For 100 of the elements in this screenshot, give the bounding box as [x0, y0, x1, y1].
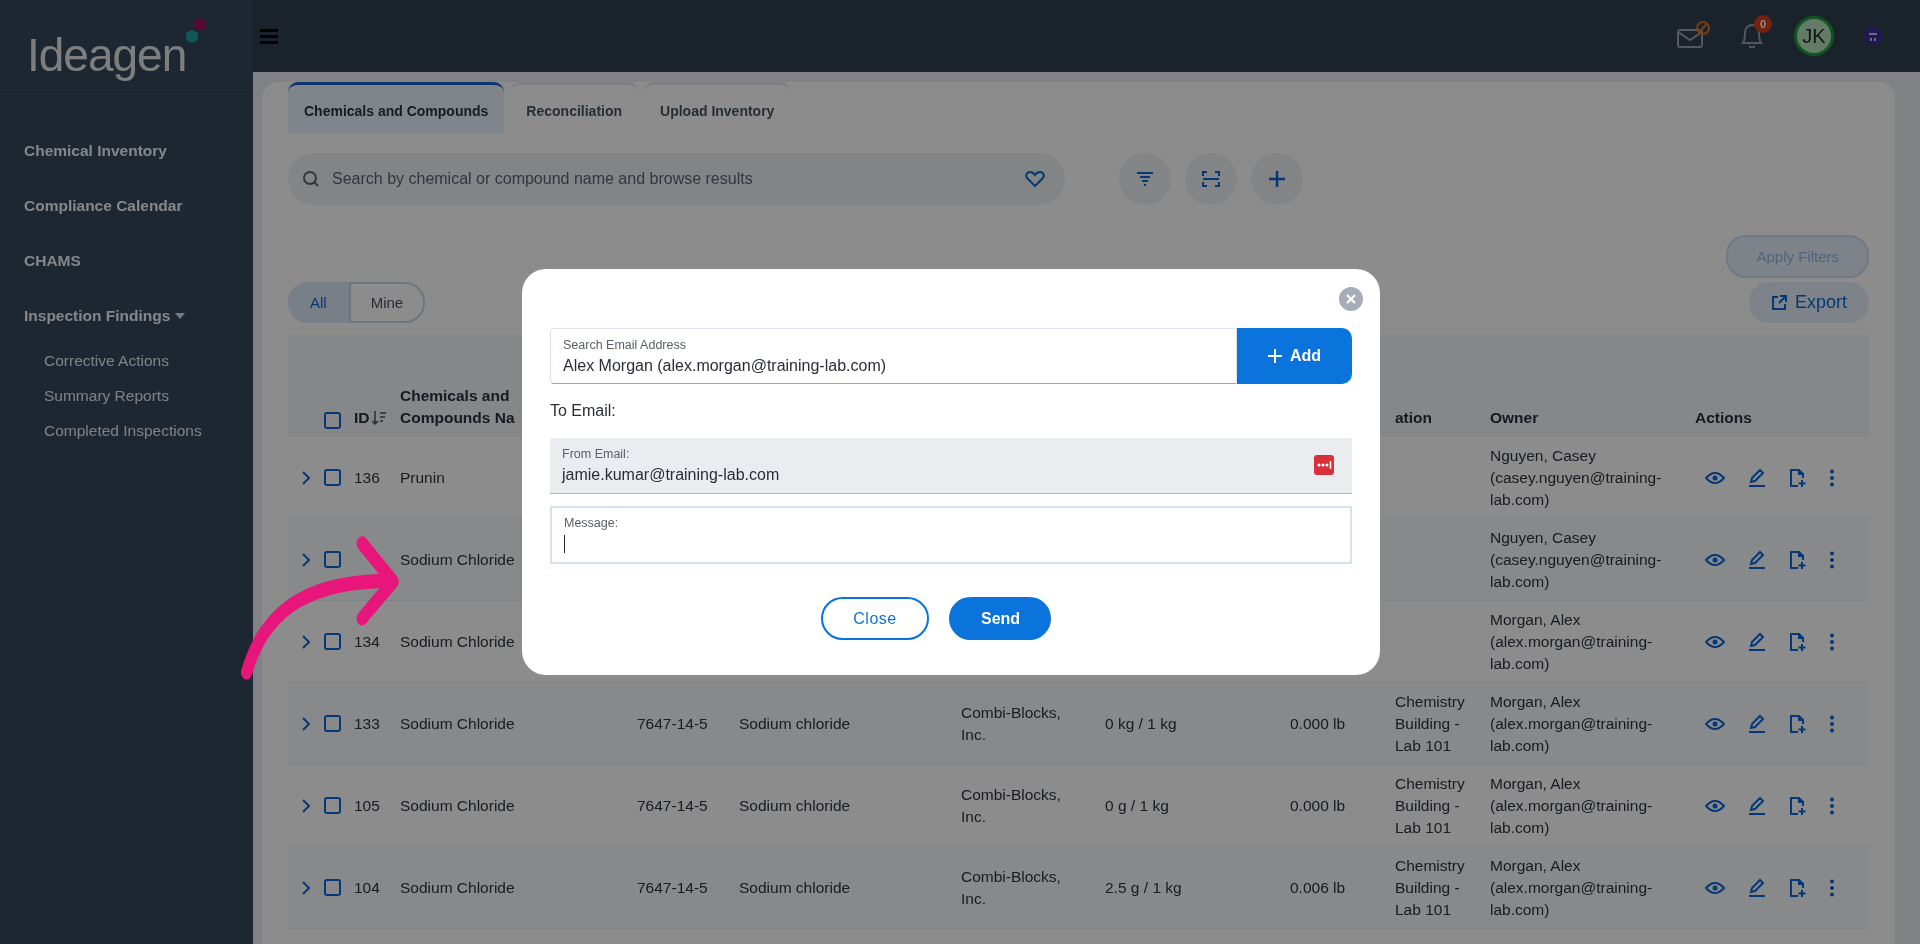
app-icon[interactable]: [1862, 25, 1884, 47]
expand-chevron-icon[interactable]: [301, 634, 311, 649]
expand-chevron-icon[interactable]: [301, 716, 311, 731]
table-cell-text: Sodium chloride: [739, 877, 852, 898]
sidebar-item[interactable]: Inspection Findings: [0, 288, 186, 343]
scan-button[interactable]: [1185, 153, 1237, 205]
expand-chevron-icon[interactable]: [301, 552, 311, 567]
filter-icon: [1136, 171, 1154, 187]
export-button[interactable]: Export: [1748, 282, 1869, 323]
expand-chevron-icon[interactable]: [301, 798, 311, 813]
plus-icon: [1267, 349, 1282, 363]
row-checkbox[interactable]: [324, 633, 341, 650]
table-cell-text: 0.000 lb: [1290, 713, 1347, 734]
edit-pencil-icon[interactable]: [1747, 713, 1767, 734]
column-header[interactable]: Owner: [1490, 407, 1695, 429]
column-header[interactable]: ID: [354, 407, 370, 429]
edit-pencil-icon[interactable]: [1747, 467, 1767, 488]
table-cell-text: 7647-14-5: [637, 713, 709, 734]
file-add-icon[interactable]: [1789, 795, 1807, 816]
scope-toggle[interactable]: All: [288, 282, 349, 323]
more-options-icon[interactable]: [1829, 878, 1835, 897]
table-cell-text: Chemistry Building - Lab 101: [1395, 691, 1466, 756]
table-cell-text: Morgan, Alex (alex.morgan@training-lab.com): [1490, 609, 1654, 674]
file-add-icon[interactable]: [1789, 467, 1807, 488]
column-header[interactable]: Chemicals and Compounds Na: [400, 385, 526, 429]
more-options-icon[interactable]: [1829, 550, 1835, 569]
close-button[interactable]: Close: [821, 597, 929, 640]
select-all-checkbox[interactable]: [324, 412, 341, 429]
edit-pencil-icon[interactable]: [1747, 549, 1767, 570]
edit-pencil-icon[interactable]: [1747, 795, 1767, 816]
file-add-icon[interactable]: [1789, 549, 1807, 570]
view-eye-icon[interactable]: [1705, 716, 1725, 731]
table-cell-text: 136: [354, 467, 381, 488]
filter-button[interactable]: [1119, 153, 1171, 205]
column-header: Actions: [1695, 408, 1753, 428]
sidebar-subitem[interactable]: Summary Reports: [0, 378, 169, 413]
add-email-button[interactable]: Add: [1237, 328, 1352, 384]
table-cell-text: 2.5 g / 1 kg: [1105, 877, 1183, 898]
table-cell-text: Morgan, Alex (alex.morgan@training-lab.com): [1490, 855, 1654, 920]
logo-wordmark: Ideagen: [27, 28, 187, 82]
row-checkbox[interactable]: [324, 715, 341, 732]
sidebar-item[interactable]: Compliance Calendar: [0, 178, 183, 233]
send-button[interactable]: Send: [949, 597, 1051, 640]
table-cell-text: Nguyen, Casey (casey.nguyen@training-lab.com): [1490, 527, 1663, 592]
heart-icon[interactable]: [1025, 170, 1045, 188]
table-cell-text: 104: [354, 877, 381, 898]
user-avatar[interactable]: JK: [1794, 16, 1834, 56]
view-eye-icon[interactable]: [1705, 552, 1725, 567]
view-eye-icon[interactable]: [1705, 634, 1725, 649]
sidebar-item[interactable]: CHAMS: [0, 233, 81, 288]
scan-icon: [1202, 171, 1220, 187]
file-add-icon[interactable]: [1789, 631, 1807, 652]
expand-chevron-icon[interactable]: [301, 470, 311, 485]
close-icon[interactable]: [1339, 287, 1363, 311]
more-options-icon[interactable]: [1829, 468, 1835, 487]
table-cell-text: 105: [354, 795, 381, 816]
table-cell-text: Morgan, Alex (alex.morgan@training-lab.com): [1490, 773, 1654, 838]
add-button[interactable]: [1251, 153, 1303, 205]
sidebar-item[interactable]: Chemical Inventory: [0, 123, 167, 178]
column-header[interactable]: ation: [1395, 407, 1490, 429]
table-cell-text: Chemistry Building - Lab 101: [1395, 773, 1466, 838]
table-cell-text: Sodium chloride: [739, 713, 852, 734]
table-cell-text: Nguyen, Casey (casey.nguyen@training-lab.com): [1490, 445, 1663, 510]
table-cell-text: 0 kg / 1 kg: [1105, 713, 1178, 734]
mail-blocked-icon[interactable]: [1676, 21, 1710, 51]
edit-pencil-icon[interactable]: [1747, 631, 1767, 652]
bell-icon[interactable]: [1738, 21, 1766, 51]
message-field[interactable]: Message:: [550, 506, 1352, 564]
more-options-icon[interactable]: [1829, 632, 1835, 651]
tab[interactable]: Chemicals and Compounds: [288, 82, 505, 133]
search-input[interactable]: Search by chemical or compound name and browse results: [330, 169, 1015, 189]
row-checkbox[interactable]: [324, 797, 341, 814]
file-add-icon[interactable]: [1789, 877, 1807, 898]
table-cell-text: Combi-Blocks, Inc.: [961, 784, 1062, 827]
more-options-icon[interactable]: [1829, 796, 1835, 815]
table-cell-text: 7647-14-5: [637, 877, 709, 898]
edit-pencil-icon[interactable]: [1747, 877, 1767, 898]
scope-toggle[interactable]: Mine: [348, 282, 426, 323]
more-options-icon[interactable]: [1829, 714, 1835, 733]
search-email-field[interactable]: Search Email Address Alex Morgan (alex.morgan@training-lab.com): [550, 328, 1237, 384]
view-eye-icon[interactable]: [1705, 798, 1725, 813]
view-eye-icon[interactable]: [1705, 880, 1725, 895]
sidebar-subitem[interactable]: Completed Inspections: [0, 413, 202, 448]
row-checkbox[interactable]: [324, 469, 341, 486]
table-cell-text: 0 g / 1 kg: [1105, 795, 1170, 816]
table-cell-text: 134: [354, 631, 381, 652]
row-checkbox[interactable]: [324, 879, 341, 896]
sort-icon[interactable]: [371, 410, 386, 426]
search-field[interactable]: Search by chemical or compound name and browse results: [288, 153, 1065, 205]
row-checkbox[interactable]: [324, 551, 341, 568]
table-cell-text: 0.000 lb: [1290, 795, 1347, 816]
table-cell-text: Sodium chloride: [739, 795, 852, 816]
table-cell-text: Combi-Blocks, Inc.: [961, 866, 1062, 909]
expand-chevron-icon[interactable]: [301, 880, 311, 895]
file-add-icon[interactable]: [1789, 713, 1807, 734]
table-cell-text: Sodium Chloride: [400, 877, 516, 898]
dots-icon[interactable]: [1314, 455, 1334, 475]
view-eye-icon[interactable]: [1705, 470, 1725, 485]
sidebar-subitem[interactable]: Corrective Actions: [0, 343, 169, 378]
table-cell-text: Sodium Chloride: [400, 549, 516, 570]
